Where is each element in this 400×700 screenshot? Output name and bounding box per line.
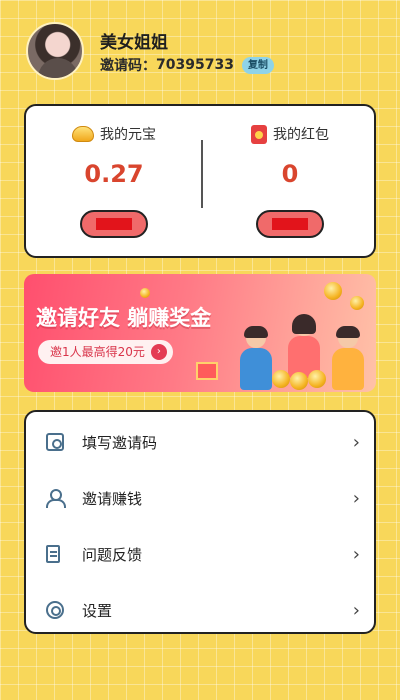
menu-item-label: 设置: [82, 601, 113, 620]
coin-icon: [272, 370, 290, 388]
gift-box-icon: [196, 362, 218, 380]
redpacket-title-label: 我的红包: [273, 127, 329, 143]
gold-ingot-icon: [72, 126, 94, 142]
banner-title: 邀请好友 躺赚奖金: [36, 306, 212, 330]
feedback-doc-icon: [46, 545, 60, 563]
avatar[interactable]: [26, 22, 84, 80]
menu-card: 填写邀请码 › 邀请赚钱 › 问题反馈 › 设置 ›: [24, 410, 376, 634]
redpacket-title: 我的红包: [202, 124, 378, 144]
chevron-right-icon: ›: [352, 599, 360, 621]
menu-item-settings[interactable]: 设置 ›: [26, 582, 374, 638]
invite-code-label: 邀请码：: [100, 58, 156, 74]
ingot-amount: 0.27: [84, 160, 144, 188]
invite-code-value: 70395733: [156, 57, 234, 73]
invite-banner[interactable]: 邀请好友 躺赚奖金 邀1人最高得20元 ›: [24, 274, 376, 392]
menu-item-invite-earn[interactable]: 邀请赚钱 ›: [26, 470, 374, 526]
invite-code-row: 邀请码： 70395733 复制: [100, 55, 274, 75]
redacted-label: [96, 218, 132, 230]
redpacket-balance[interactable]: 我的红包 0: [202, 106, 378, 256]
coin-icon: [324, 282, 342, 300]
user-invite-icon: [46, 489, 66, 508]
banner-pill-text: 邀1人最高得20元: [50, 345, 145, 359]
ingot-title-label: 我的元宝: [100, 127, 156, 143]
person-illustration: [330, 326, 366, 392]
ingot-title: 我的元宝: [26, 124, 202, 144]
coin-icon: [350, 296, 364, 310]
wallet-card: 我的元宝 0.27 我的红包 0: [24, 104, 376, 258]
red-packet-icon: [251, 124, 267, 144]
coin-icon: [308, 370, 326, 388]
id-card-icon: [46, 433, 64, 451]
menu-item-label: 问题反馈: [82, 545, 143, 564]
person-illustration: [238, 326, 274, 392]
settings-gear-icon: [46, 601, 64, 619]
copy-button[interactable]: 复制: [241, 56, 274, 74]
nickname: 美女姐姐: [100, 33, 168, 53]
menu-item-enter-invite-code[interactable]: 填写邀请码 ›: [26, 414, 374, 470]
withdraw-redpacket-button[interactable]: [256, 210, 324, 238]
redpacket-amount: 0: [281, 160, 299, 188]
menu-item-label: 填写邀请码: [82, 433, 158, 452]
coin-icon: [140, 288, 150, 298]
chevron-right-icon: ›: [352, 487, 360, 509]
withdraw-ingot-button[interactable]: [80, 210, 148, 238]
menu-item-feedback[interactable]: 问题反馈 ›: [26, 526, 374, 582]
redacted-label: [272, 218, 308, 230]
arrow-circle-icon: ›: [150, 344, 167, 360]
menu-item-label: 邀请赚钱: [82, 489, 143, 508]
banner-pill[interactable]: 邀1人最高得20元 ›: [38, 340, 173, 364]
chevron-right-icon: ›: [352, 543, 360, 565]
chevron-right-icon: ›: [352, 431, 360, 453]
ingot-balance[interactable]: 我的元宝 0.27: [26, 106, 202, 256]
profile-header: 美女姐姐 邀请码： 70395733 复制: [26, 22, 376, 82]
coin-icon: [290, 372, 308, 390]
